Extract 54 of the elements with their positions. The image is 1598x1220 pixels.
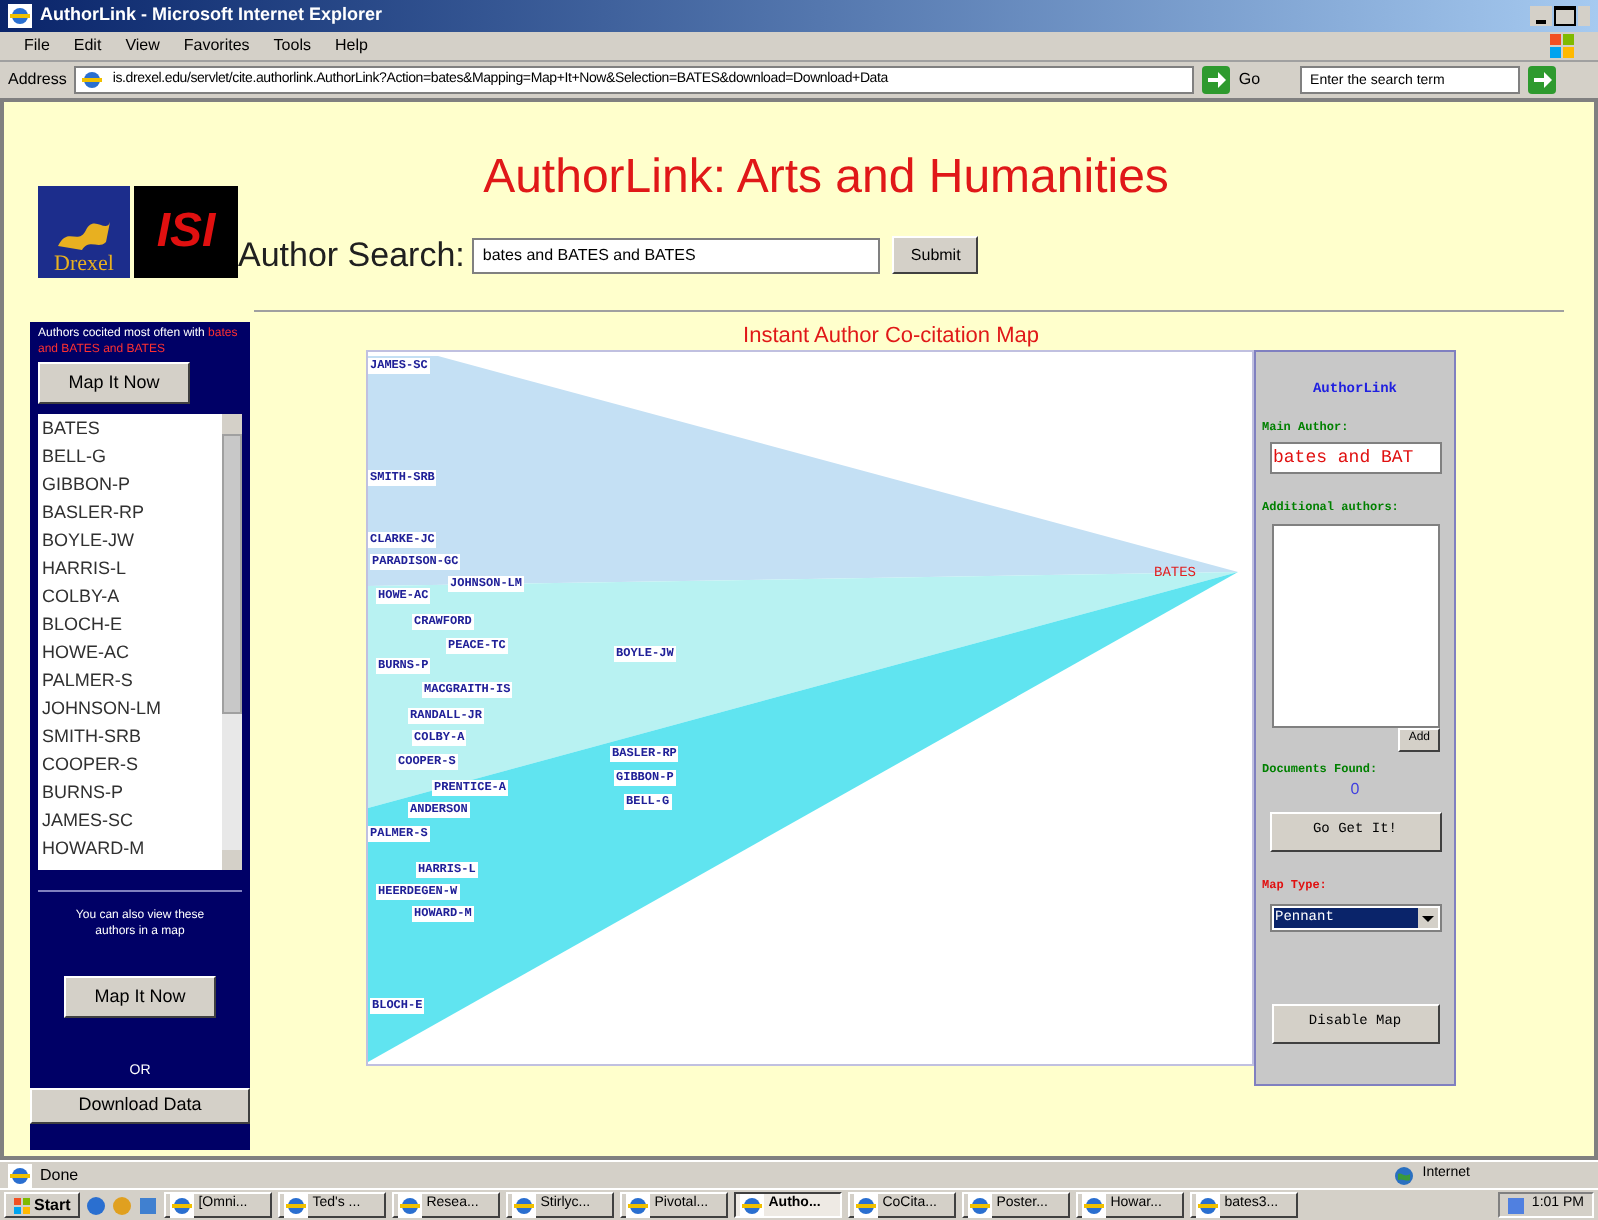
go-arrow-icon[interactable]: [1202, 66, 1231, 94]
maximize-icon[interactable]: [1554, 6, 1576, 26]
drexel-logo: Drexel: [38, 186, 130, 278]
status-text: Done: [40, 1163, 79, 1187]
author-list-item[interactable]: BURNS-P: [42, 778, 222, 806]
author-list-item[interactable]: BOYLE-JW: [42, 526, 222, 554]
quick-launch-icon[interactable]: [138, 1195, 159, 1215]
address-label: Address: [8, 68, 67, 92]
author-list-item[interactable]: JAMES-SC: [42, 806, 222, 834]
globe-icon: [1394, 1165, 1415, 1185]
windows-logo-icon: [14, 1197, 30, 1213]
author-list[interactable]: BATES BELL-G GIBBON-P BASLER-RP BOYLE-JW HARRIS-L COLBY-A BLOCH-E HOWE-AC PALMER-S JOHNSON-LM SMITH-SRB COOPER-S BURNS-P JAMES-SC HOWARD-M: [38, 414, 242, 870]
author-list-item[interactable]: COOPER-S: [42, 750, 222, 778]
start-button[interactable]: Start: [4, 1192, 81, 1218]
menu-item[interactable]: View: [125, 34, 160, 58]
author-list-item[interactable]: BASLER-RP: [42, 498, 222, 526]
author-list-item[interactable]: HARRIS-L: [42, 554, 222, 582]
tray-icon: [1507, 1197, 1524, 1213]
author-list-item[interactable]: SMITH-SRB: [42, 722, 222, 750]
author-list-item[interactable]: HOWARD-M: [42, 834, 222, 862]
window-title: AuthorLink - Microsoft Internet Explorer: [40, 2, 383, 29]
author-search-field[interactable]: bates and BATES and BATES: [472, 237, 881, 274]
menu-item[interactable]: Tools: [273, 34, 311, 58]
author-list-item[interactable]: BATES: [42, 414, 222, 442]
author-list-item[interactable]: GIBBON-P: [42, 470, 222, 498]
map-it-now-button[interactable]: Map It Now: [64, 976, 216, 1018]
menu-item[interactable]: Favorites: [183, 34, 250, 58]
author-list-item[interactable]: BELL-G: [42, 442, 222, 470]
quick-launch-icon[interactable]: [86, 1195, 107, 1215]
ie-icon: [80, 68, 105, 92]
main-author-field[interactable]: bates and BAT: [1269, 441, 1441, 473]
author-list-item[interactable]: JOHNSON-LM: [42, 694, 222, 722]
author-list-item[interactable]: HOWE-AC: [42, 638, 222, 666]
author-list-item[interactable]: PALMER-S: [42, 666, 222, 694]
minimize-icon[interactable]: [1530, 6, 1552, 26]
author-search-label: Author Search:: [238, 234, 465, 278]
author-list-item[interactable]: BLOCH-E: [42, 610, 222, 638]
scrollbar[interactable]: [222, 414, 242, 870]
documents-found-count: 0: [1350, 777, 1360, 801]
menu-item[interactable]: Edit: [73, 34, 102, 58]
ie-icon: [8, 4, 32, 28]
go-arrow-icon[interactable]: [1528, 66, 1557, 94]
isi-logo: ISI: [134, 186, 238, 278]
map-it-now-button[interactable]: Map It Now: [38, 362, 190, 404]
page-title: AuthorLink: Arts and Humanities: [481, 154, 1171, 202]
additional-authors-field[interactable]: [1271, 523, 1439, 727]
author-list-item[interactable]: COLBY-A: [42, 582, 222, 610]
download-data-button[interactable]: Download Data: [30, 1087, 250, 1123]
menu-item[interactable]: File: [24, 34, 50, 58]
submit-button[interactable]: Submit: [892, 236, 979, 275]
windows-logo-icon: [1550, 34, 1574, 58]
menu-item[interactable]: Help: [334, 34, 368, 58]
map-heading: Instant Author Co-citation Map: [741, 322, 1041, 350]
go-label[interactable]: Go: [1238, 68, 1261, 92]
